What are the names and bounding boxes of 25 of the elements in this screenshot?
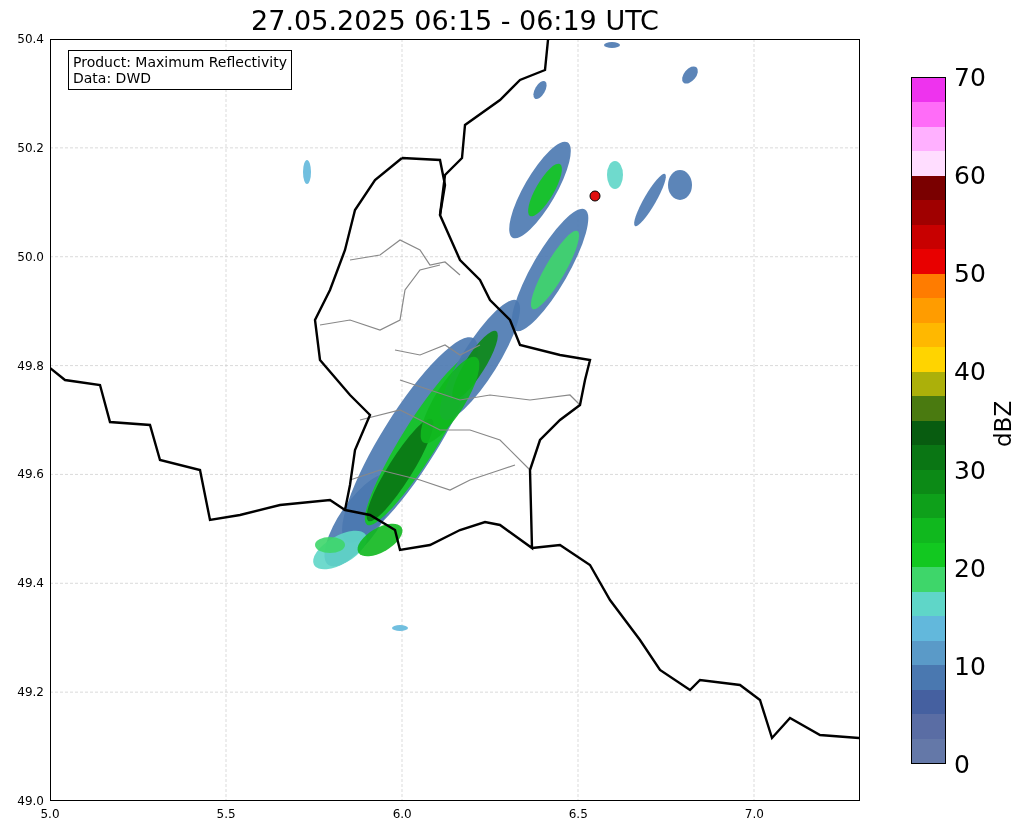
y-tick-label: 50.2 xyxy=(17,140,44,155)
colorbar-label: dBZ xyxy=(990,400,1016,447)
y-tick-label: 50.0 xyxy=(17,249,44,264)
chart-title: 27.05.2025 06:15 - 06:19 UTC xyxy=(251,4,659,37)
y-tick-label: 49.2 xyxy=(17,685,44,700)
colorbar-tick-label: 10 xyxy=(954,651,986,681)
colorbar-tick-label: 0 xyxy=(954,749,970,779)
y-tick-label: 49.8 xyxy=(17,358,44,373)
info-text: Product: Maximum Reflectivity xyxy=(73,54,287,70)
colorbar-tick-label: 50 xyxy=(954,258,986,288)
x-tick-label: 6.0 xyxy=(392,807,412,821)
y-tick-label: 49.4 xyxy=(17,576,44,591)
x-tick-label: 5.5 xyxy=(216,807,236,821)
info-text: Data: DWD xyxy=(73,70,152,86)
y-tick-label: 50.4 xyxy=(17,32,44,46)
y-tick-label: 49.6 xyxy=(17,467,44,482)
colorbar-tick-label: 20 xyxy=(954,553,986,583)
colorbar-tick-label: 30 xyxy=(954,455,986,485)
x-tick-label: 5.0 xyxy=(40,807,60,821)
x-tick-label: 6.5 xyxy=(568,807,588,821)
colorbar-tick-label: 70 xyxy=(954,62,986,92)
x-tick-label: 7.0 xyxy=(744,807,764,821)
colorbar-tick-label: 60 xyxy=(954,160,986,190)
colorbar-tick-label: 40 xyxy=(954,356,986,386)
y-tick-label: 49.0 xyxy=(17,794,44,808)
